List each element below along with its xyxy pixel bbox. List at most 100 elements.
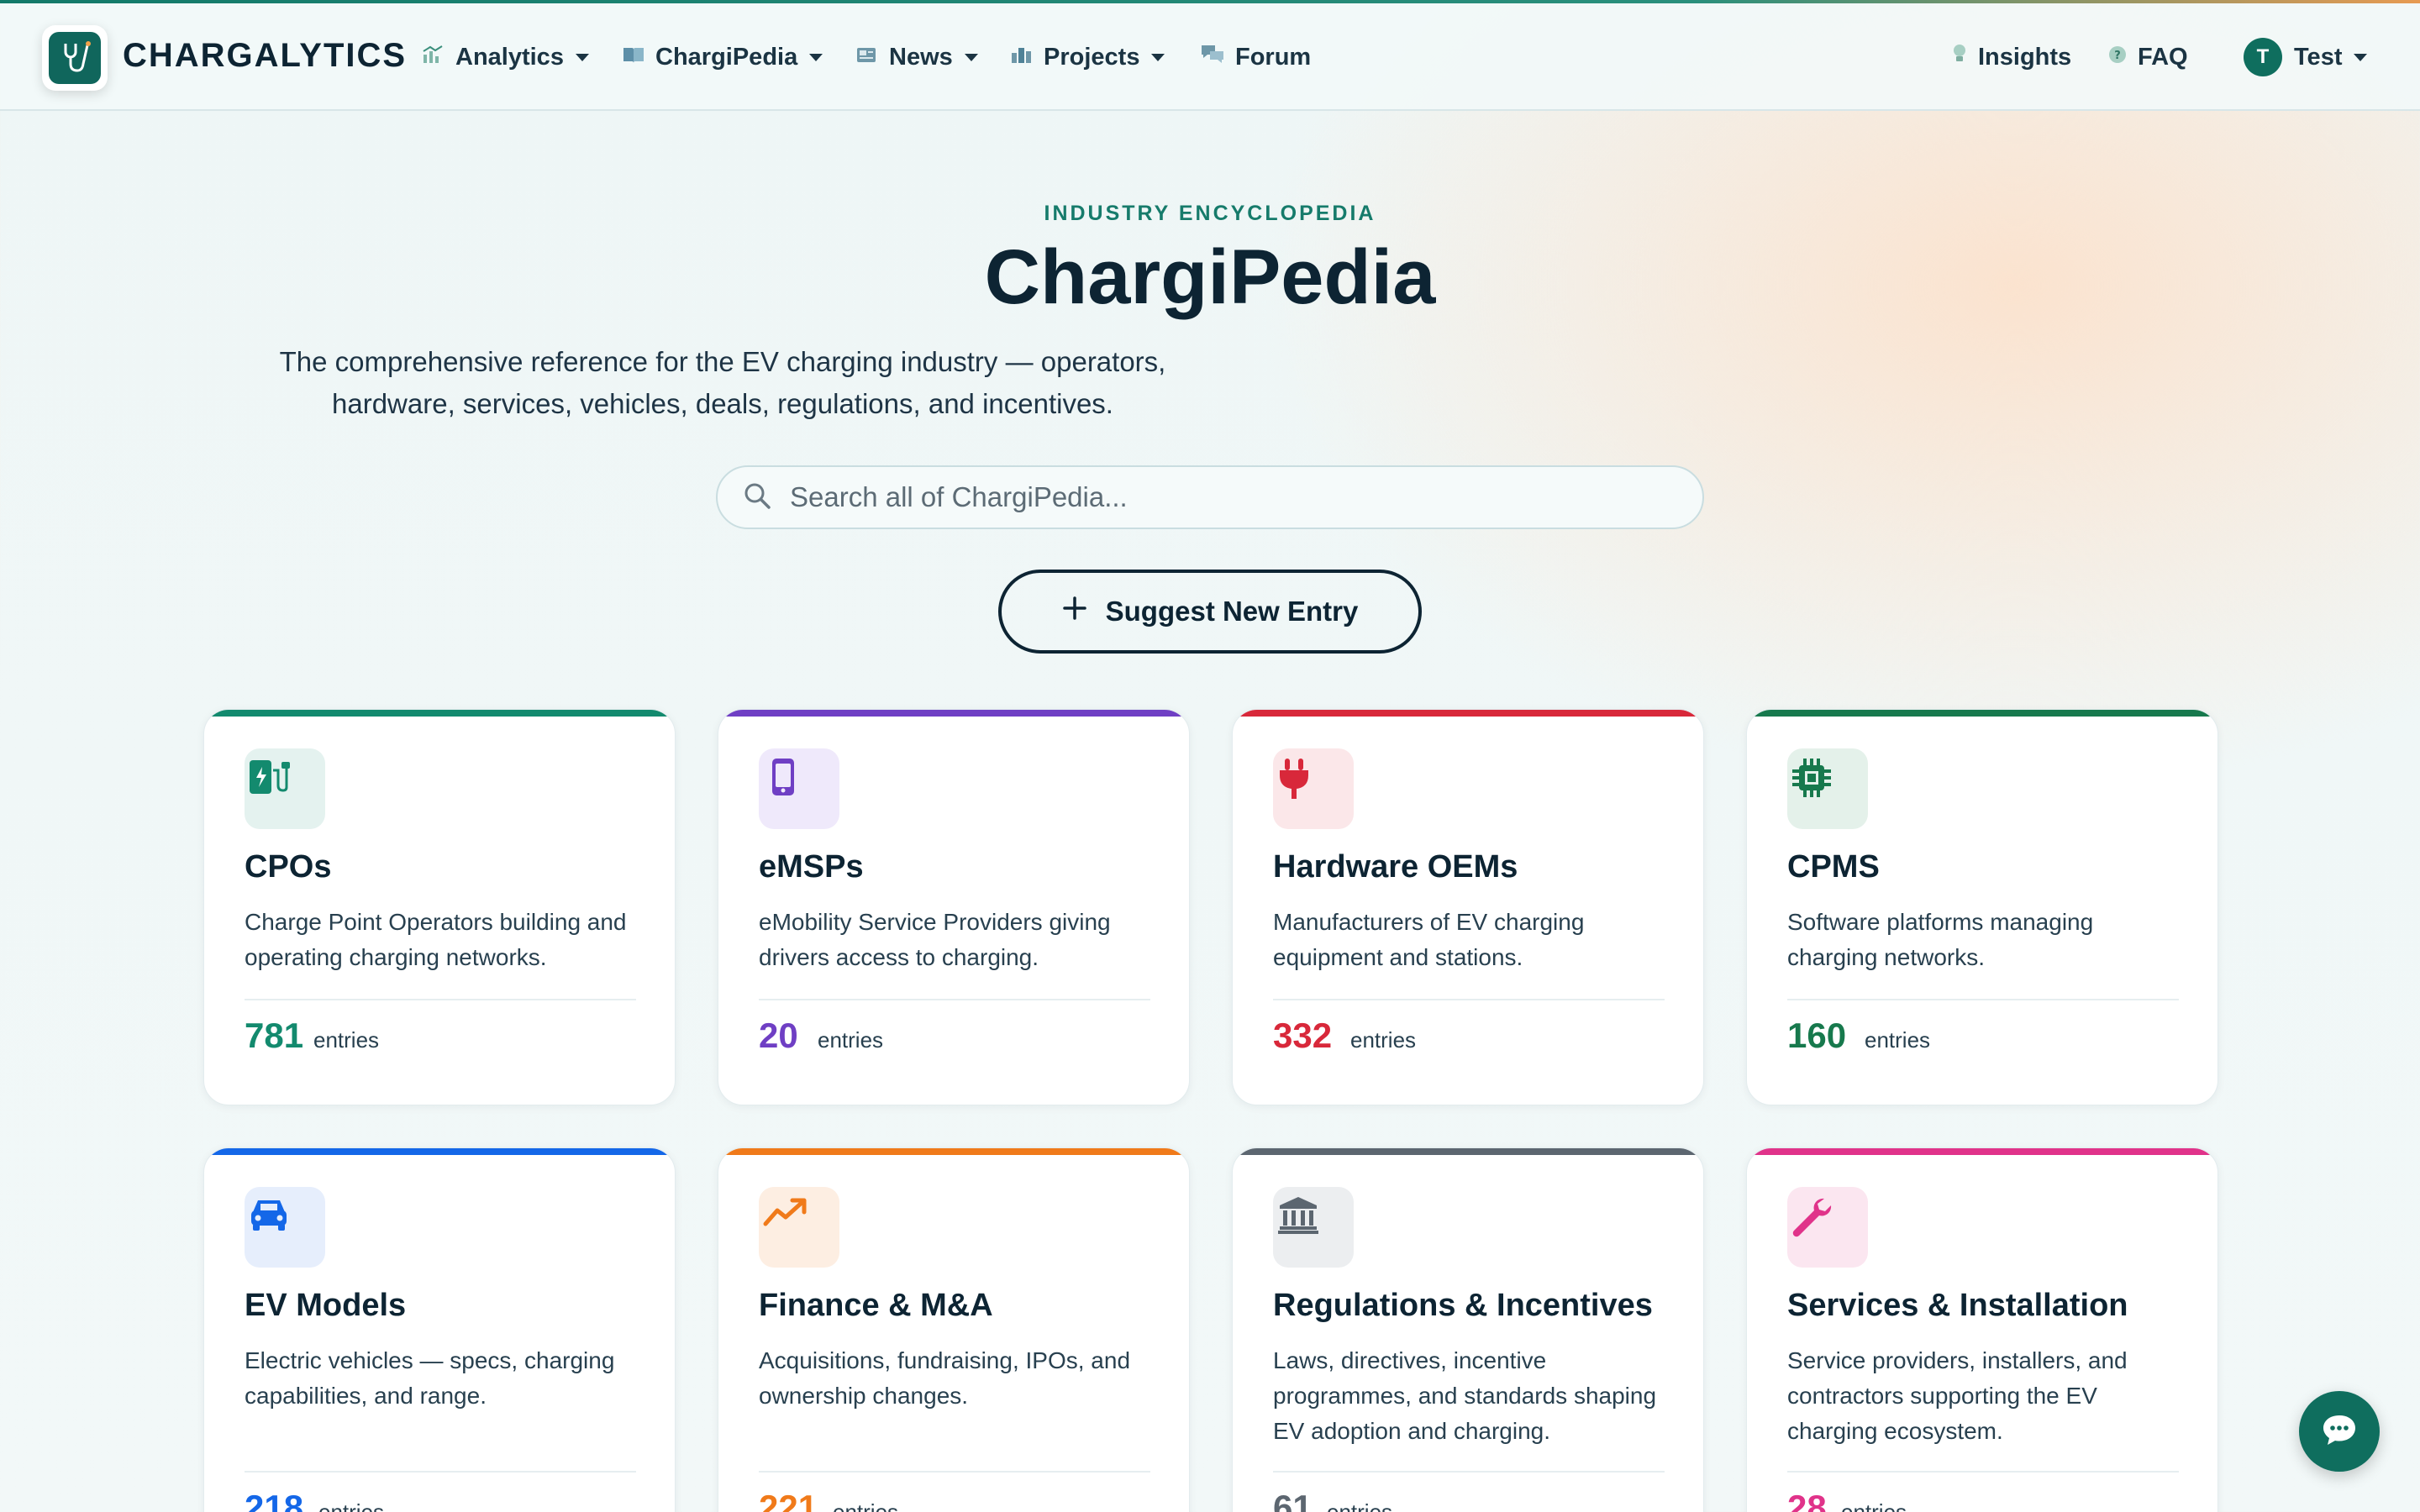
hero-subtitle-line-1: The comprehensive reference for the EV c… xyxy=(279,346,1166,377)
card-title: Services & Installation xyxy=(1787,1288,2128,1323)
chat-bubbles-icon xyxy=(1200,43,1225,71)
card-accent-bar xyxy=(1233,1148,1703,1155)
chevron-down-icon xyxy=(575,53,589,61)
nav-insights-label: Insights xyxy=(1978,43,2072,71)
nav-projects-label: Projects xyxy=(1044,43,1140,71)
card-description: Software platforms managing charging net… xyxy=(1787,909,2094,970)
suggest-new-entry-button[interactable]: Suggest New Entry xyxy=(998,570,1422,654)
category-card-cpos[interactable]: CPOs Charge Point Operators building and… xyxy=(203,709,676,1105)
card-count-label: entries xyxy=(818,1027,884,1053)
nav-forum-label: Forum xyxy=(1235,43,1312,71)
nav-projects[interactable]: Projects xyxy=(1010,40,1165,74)
card-count-label: entries xyxy=(1350,1027,1417,1053)
card-divider xyxy=(1787,999,2179,1000)
suggest-new-entry-label: Suggest New Entry xyxy=(1105,596,1359,627)
card-title: CPMS xyxy=(1787,849,1880,885)
card-divider xyxy=(1273,999,1665,1000)
card-count-label: entries xyxy=(318,1499,385,1512)
card-description: eMobility Service Providers giving drive… xyxy=(759,909,1111,970)
card-description: Electric vehicles — specs, charging capa… xyxy=(245,1347,615,1409)
analytics-icon xyxy=(422,44,445,71)
nav-faq-label: FAQ xyxy=(2138,43,2188,71)
search-bar[interactable] xyxy=(716,465,1704,529)
brand-logo[interactable] xyxy=(42,25,108,91)
category-card-emsps[interactable]: eMSPs eMobility Service Providers giving… xyxy=(718,709,1190,1105)
chat-icon xyxy=(2321,1413,2358,1451)
card-divider xyxy=(245,999,636,1000)
category-card-hardware-oems[interactable]: Hardware OEMs Manufacturers of EV chargi… xyxy=(1232,709,1704,1105)
card-title: Hardware OEMs xyxy=(1273,849,1518,885)
chat-button[interactable] xyxy=(2299,1391,2380,1472)
card-divider xyxy=(1787,1471,2179,1473)
card-count-label: entries xyxy=(833,1499,899,1512)
card-count-label: entries xyxy=(1841,1499,1907,1512)
chevron-down-icon xyxy=(2354,53,2368,61)
plus-icon xyxy=(1062,596,1087,627)
card-title: EV Models xyxy=(245,1288,407,1323)
page-title: ChargiPedia xyxy=(984,234,1436,320)
lightbulb-icon xyxy=(1951,43,1968,71)
card-count: 221 xyxy=(759,1488,818,1512)
search-icon xyxy=(743,481,771,514)
government-building-icon xyxy=(1273,1187,1354,1268)
trend-up-icon xyxy=(759,1187,839,1268)
card-count: 332 xyxy=(1273,1016,1333,1055)
card-divider xyxy=(245,1471,636,1473)
card-title: Regulations & Incentives xyxy=(1273,1288,1653,1323)
top-navbar: CHARGALYTICS Analytics ChargiPedia News … xyxy=(0,3,2420,111)
charging-station-icon xyxy=(245,748,325,829)
newspaper-icon xyxy=(855,44,879,71)
card-accent-bar xyxy=(1233,710,1703,717)
chevron-down-icon xyxy=(1151,53,1165,61)
card-description: Manufacturers of EV charging equipment a… xyxy=(1273,909,1585,970)
card-title: Finance & M&A xyxy=(759,1288,993,1323)
user-name: Test xyxy=(2294,43,2343,71)
card-count: 20 xyxy=(759,1016,798,1055)
card-title: CPOs xyxy=(245,849,332,885)
card-accent-bar xyxy=(718,710,1189,717)
card-description: Acquisitions, fundraising, IPOs, and own… xyxy=(759,1347,1131,1409)
card-count: 61 xyxy=(1273,1488,1313,1512)
nav-news-label: News xyxy=(889,43,953,71)
card-count: 28 xyxy=(1787,1488,1827,1512)
nav-news[interactable]: News xyxy=(855,40,978,74)
nav-analytics-label: Analytics xyxy=(455,43,564,71)
nav-chargipedia[interactable]: ChargiPedia xyxy=(622,40,823,74)
avatar: T xyxy=(2244,38,2282,76)
nav-faq[interactable]: ? FAQ xyxy=(2107,40,2188,74)
category-card-cpms[interactable]: CPMS Software platforms managing chargin… xyxy=(1746,709,2218,1105)
card-title: eMSPs xyxy=(759,849,864,885)
buildings-icon xyxy=(1010,44,1034,71)
card-count: 781 xyxy=(245,1016,304,1055)
svg-text:?: ? xyxy=(2114,50,2121,62)
category-card-finance-ma[interactable]: Finance & M&A Acquisitions, fundraising,… xyxy=(718,1147,1190,1512)
nav-analytics[interactable]: Analytics xyxy=(422,40,589,74)
card-accent-bar xyxy=(718,1148,1189,1155)
logo-icon xyxy=(49,32,101,84)
hero-eyebrow: INDUSTRY ENCYCLOPEDIA xyxy=(1044,202,1376,225)
search-input[interactable] xyxy=(790,481,1630,513)
nav-insights[interactable]: Insights xyxy=(1951,40,2071,74)
card-description: Charge Point Operators building and oper… xyxy=(245,909,627,970)
brand-name[interactable]: CHARGALYTICS xyxy=(123,37,407,75)
card-description: Laws, directives, incentive programmes, … xyxy=(1273,1347,1657,1444)
book-icon xyxy=(622,44,645,71)
card-accent-bar xyxy=(1747,1148,2217,1155)
user-menu[interactable]: T Test xyxy=(2244,38,2368,76)
nav-forum[interactable]: Forum xyxy=(1200,40,1311,74)
category-card-regulations-incentives[interactable]: Regulations & Incentives Laws, directive… xyxy=(1232,1147,1704,1512)
nav-chargipedia-label: ChargiPedia xyxy=(655,43,798,71)
card-accent-bar xyxy=(204,1148,675,1155)
category-card-services-installation[interactable]: Services & Installation Service provider… xyxy=(1746,1147,2218,1512)
card-count-label: entries xyxy=(1327,1499,1393,1512)
card-divider xyxy=(759,999,1150,1000)
card-count-label: entries xyxy=(1865,1027,1931,1053)
car-icon xyxy=(245,1187,325,1268)
category-card-ev-models[interactable]: EV Models Electric vehicles — specs, cha… xyxy=(203,1147,676,1512)
microchip-icon xyxy=(1787,748,1868,829)
hero-subtitle-line-2: hardware, services, vehicles, deals, reg… xyxy=(332,388,1113,419)
wrench-icon xyxy=(1787,1187,1868,1268)
mobile-phone-icon xyxy=(759,748,839,829)
card-count: 160 xyxy=(1787,1016,1847,1055)
chevron-down-icon xyxy=(809,53,823,61)
